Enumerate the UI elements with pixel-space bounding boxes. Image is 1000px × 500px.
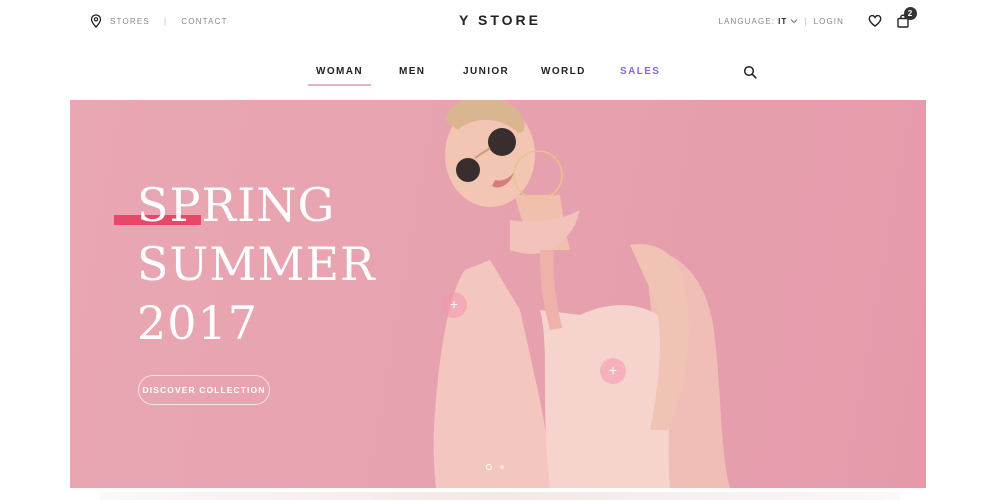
language-label: LANGUAGE: xyxy=(718,16,776,26)
cart-count-badge: 2 xyxy=(904,7,917,20)
nav-item-junior[interactable]: JUNIOR xyxy=(463,66,509,77)
product-hotspot-dress[interactable]: + xyxy=(600,358,626,384)
hero-title: SPRING SUMMER 2017 xyxy=(137,176,376,353)
slider-pagination xyxy=(486,464,504,470)
hero-title-line-3: 2017 xyxy=(137,296,259,350)
language-selector[interactable]: IT xyxy=(778,17,787,26)
nav-item-world[interactable]: WORLD xyxy=(541,66,586,77)
chevron-down-icon[interactable] xyxy=(790,17,798,25)
nav-item-sales[interactable]: SALES xyxy=(620,66,660,77)
heart-icon xyxy=(868,14,882,27)
product-hotspot-coat[interactable]: + xyxy=(441,292,467,318)
hero-banner: SPRING SUMMER 2017 DISCOVER COLLECTION +… xyxy=(70,100,926,488)
slide-dot-active[interactable] xyxy=(486,464,492,470)
discover-collection-button[interactable]: DISCOVER COLLECTION xyxy=(138,375,270,405)
nav-item-woman[interactable]: WOMAN xyxy=(308,66,371,86)
top-bar: STORES | CONTACT Y STORE LANGUAGE: IT | … xyxy=(0,0,1000,44)
nav-item-men[interactable]: MEN xyxy=(399,66,425,77)
cart-button[interactable]: 2 xyxy=(896,7,917,28)
login-link[interactable]: LOGIN xyxy=(814,17,844,26)
separator: | xyxy=(804,16,808,26)
slide-dot[interactable] xyxy=(500,465,504,469)
main-navigation: WOMAN MEN JUNIOR WORLD SALES xyxy=(0,66,1000,90)
hero-title-line-1: SPRING xyxy=(137,178,336,232)
hero-title-line-2: SUMMER xyxy=(137,237,376,291)
account-links: LANGUAGE: IT | LOGIN 2 xyxy=(718,7,917,28)
search-icon[interactable] xyxy=(743,65,757,79)
next-section-peek xyxy=(100,492,900,500)
wishlist-button[interactable] xyxy=(868,14,882,28)
